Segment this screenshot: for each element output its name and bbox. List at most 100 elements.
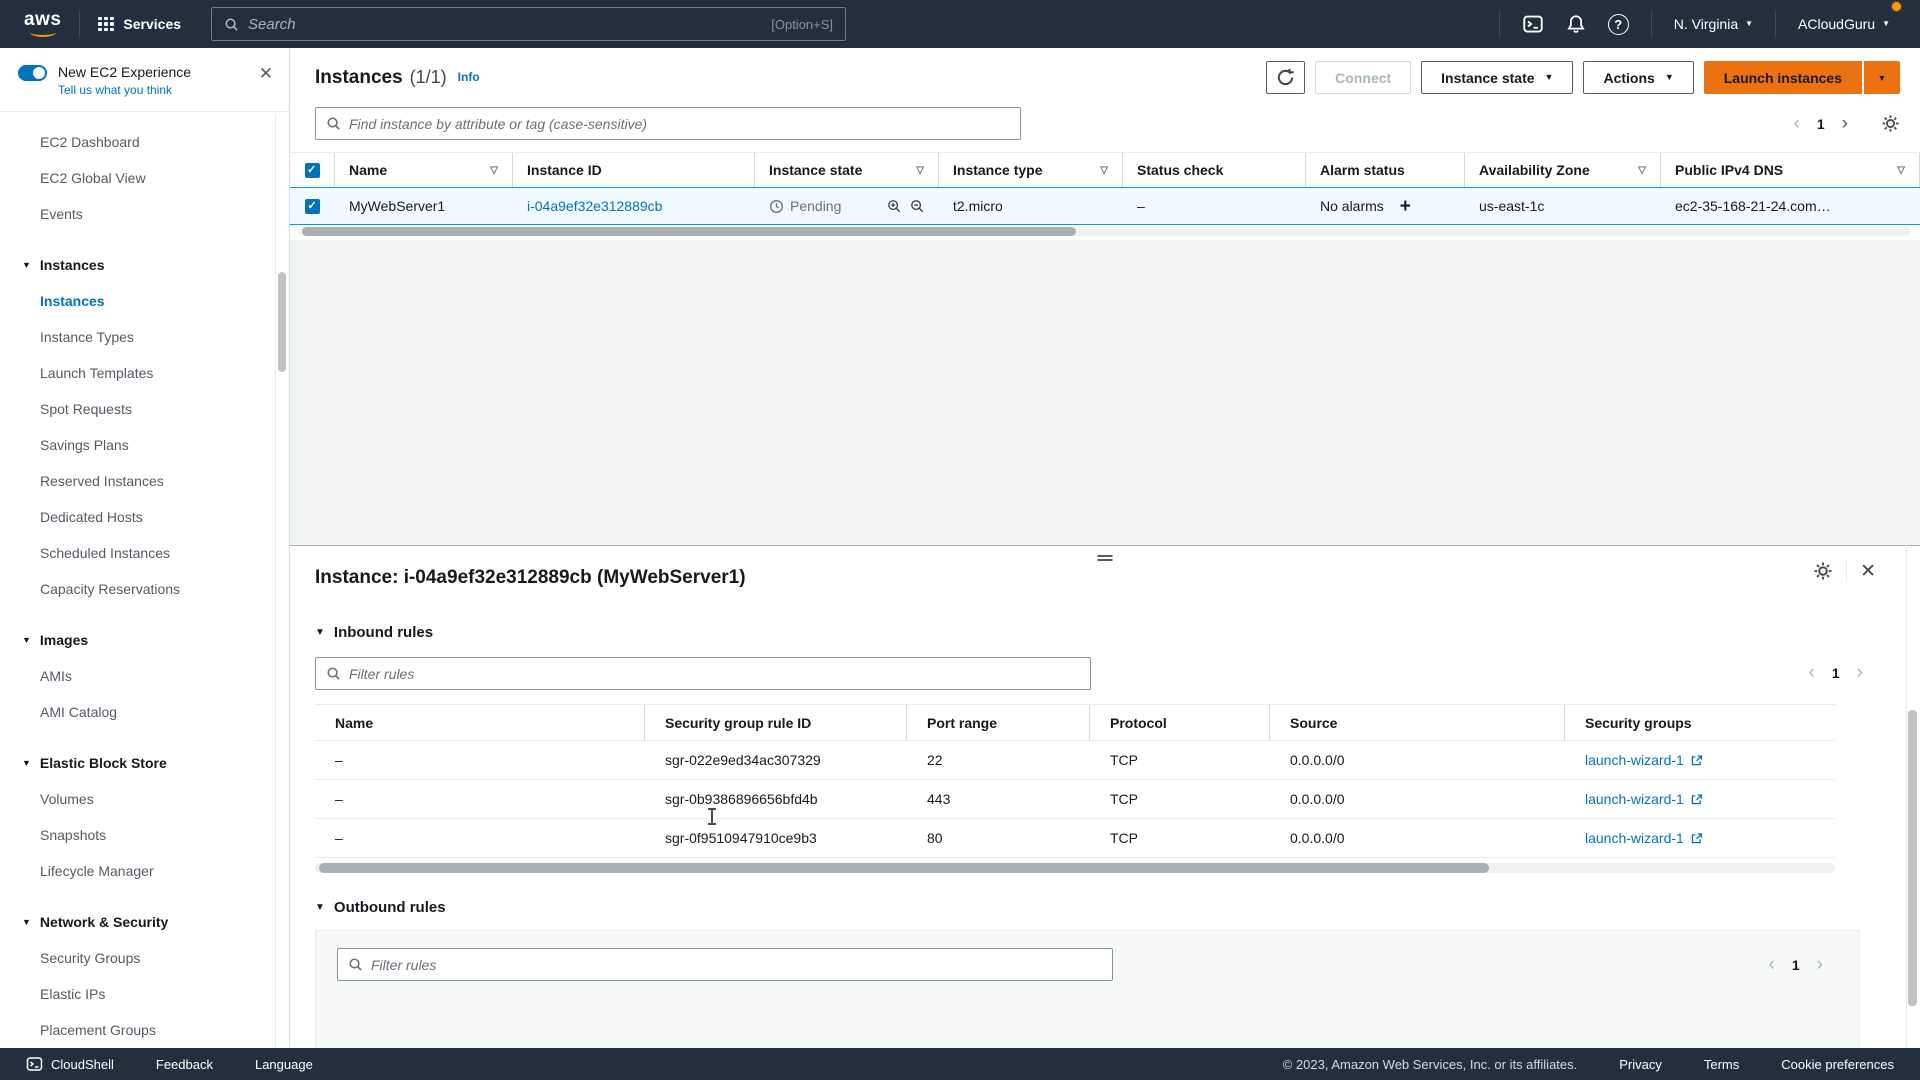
sidebar-item[interactable]: Instances: [40, 283, 289, 319]
add-alarm-plus-icon[interactable]: +: [1400, 197, 1411, 216]
new-experience-toggle[interactable]: [18, 65, 47, 81]
security-group-link[interactable]: launch-wizard-1: [1585, 791, 1703, 807]
actions-dropdown[interactable]: Actions ▼: [1583, 61, 1693, 94]
find-instance-search[interactable]: [315, 107, 1021, 140]
chevron-down-icon: ▼: [22, 758, 31, 768]
column-header[interactable]: Instance ID: [513, 153, 755, 187]
cloudshell-footer-button[interactable]: CloudShell: [26, 1056, 114, 1072]
sidebar-item[interactable]: ▼ Instances: [40, 247, 289, 283]
sidebar-item[interactable]: ▼ Images: [40, 622, 289, 658]
next-page-icon[interactable]: ›: [1817, 955, 1823, 974]
next-page-icon[interactable]: ›: [1857, 663, 1863, 682]
help-icon[interactable]: ?: [1608, 14, 1629, 35]
sidebar-item[interactable]: Launch Templates: [40, 355, 289, 391]
notifications-bell-icon[interactable]: [1566, 14, 1586, 34]
sort-icon[interactable]: ▽: [1891, 165, 1905, 176]
inbound-filter-input[interactable]: [349, 666, 1080, 682]
column-header[interactable]: Availability Zone ▽: [1465, 153, 1661, 187]
sidebar-item[interactable]: Snapshots: [40, 817, 289, 853]
instances-hscrollbar-track[interactable]: [298, 227, 1910, 236]
sidebar-item[interactable]: Savings Plans: [40, 427, 289, 463]
find-instance-input[interactable]: [349, 116, 1010, 132]
cookie-preferences-link[interactable]: Cookie preferences: [1781, 1057, 1894, 1072]
sidebar-item[interactable]: Scheduled Instances: [40, 535, 289, 571]
column-header[interactable]: Alarm status: [1306, 153, 1465, 187]
outbound-filter-input[interactable]: [371, 957, 1102, 973]
select-all-checkbox[interactable]: [290, 153, 335, 187]
next-page-icon[interactable]: ›: [1842, 114, 1848, 133]
sidebar-item[interactable]: AMIs: [40, 658, 289, 694]
close-icon[interactable]: ✕: [257, 63, 275, 84]
sidebar-item[interactable]: Spot Requests: [40, 391, 289, 427]
panel-drag-handle[interactable]: [1096, 551, 1115, 565]
services-menu-button[interactable]: Services: [98, 16, 181, 32]
inbound-filter-box[interactable]: [315, 657, 1091, 690]
global-search-input[interactable]: [248, 16, 762, 33]
sidebar-item[interactable]: ▼ Network & Security: [40, 904, 289, 940]
sidebar-item[interactable]: Lifecycle Manager: [40, 853, 289, 889]
privacy-link[interactable]: Privacy: [1619, 1057, 1662, 1072]
security-group-link[interactable]: launch-wizard-1: [1585, 752, 1703, 768]
sidebar-item[interactable]: Security Groups: [40, 940, 289, 976]
sidebar-item[interactable]: Placement Groups: [40, 1012, 289, 1048]
column-header[interactable]: Instance state ▽: [755, 153, 939, 187]
column-header[interactable]: Status check: [1123, 153, 1306, 187]
inbound-rules-heading[interactable]: ▼ Inbound rules: [315, 624, 1895, 641]
feedback-link[interactable]: Feedback: [156, 1057, 213, 1072]
sidebar-item[interactable]: Reserved Instances: [40, 463, 289, 499]
account-menu[interactable]: ACloudGuru ▼: [1798, 16, 1890, 32]
terms-link[interactable]: Terms: [1704, 1057, 1739, 1072]
instance-row[interactable]: MyWebServer1 i-04a9ef32e312889cb Pending…: [290, 187, 1920, 225]
outbound-rules-heading[interactable]: ▼ Outbound rules: [315, 899, 1895, 916]
instance-state-dropdown[interactable]: Instance state ▼: [1421, 61, 1573, 94]
info-link[interactable]: Info: [458, 70, 480, 84]
zoom-out-icon[interactable]: [910, 199, 925, 214]
sidebar-item[interactable]: Instance Types: [40, 319, 289, 355]
divider: [79, 11, 80, 37]
sort-icon[interactable]: ▽: [910, 165, 924, 176]
column-header[interactable]: Name ▽: [335, 153, 513, 187]
prev-page-icon[interactable]: ‹: [1794, 114, 1800, 133]
aws-logo[interactable]: aws: [24, 12, 61, 37]
sidebar-item[interactable]: Elastic IPs: [40, 976, 289, 1012]
sidebar-item[interactable]: Dedicated Hosts: [40, 499, 289, 535]
zoom-in-icon[interactable]: [887, 199, 902, 214]
launch-instances-caret[interactable]: ▼: [1864, 61, 1900, 94]
panel-vscrollbar-thumb[interactable]: [1908, 710, 1917, 1006]
outbound-filter-box[interactable]: [337, 948, 1113, 981]
instances-hscrollbar-thumb[interactable]: [302, 227, 1076, 236]
sidebar-item[interactable]: Capacity Reservations: [40, 571, 289, 607]
panel-close-icon[interactable]: ✕: [1860, 562, 1876, 581]
refresh-button[interactable]: [1266, 61, 1305, 94]
sidebar-item[interactable]: EC2 Global View: [40, 160, 289, 196]
inbound-hscrollbar-thumb[interactable]: [319, 863, 1489, 873]
sidebar-item[interactable]: Events: [40, 196, 289, 232]
inbound-rule-row: – sgr-022e9ed34ac307329 22 TCP 0.0.0.0/0…: [315, 741, 1835, 780]
sidebar-item[interactable]: EC2 Dashboard: [40, 124, 289, 160]
prev-page-icon[interactable]: ‹: [1809, 663, 1815, 682]
instance-id-link[interactable]: i-04a9ef32e312889cb: [527, 198, 662, 214]
region-selector[interactable]: N. Virginia ▼: [1674, 16, 1753, 32]
panel-settings-gear-icon[interactable]: [1813, 561, 1833, 581]
cloudshell-icon[interactable]: [1522, 14, 1544, 34]
connect-button[interactable]: Connect: [1315, 61, 1411, 94]
row-checkbox[interactable]: [290, 188, 335, 224]
rule-name: –: [315, 780, 645, 818]
sidebar-item[interactable]: AMI Catalog: [40, 694, 289, 730]
sidebar-item[interactable]: ▼ Elastic Block Store: [40, 745, 289, 781]
sort-icon[interactable]: ▽: [484, 165, 498, 176]
inbound-hscrollbar-track[interactable]: [315, 863, 1835, 873]
sort-icon[interactable]: ▽: [1094, 165, 1108, 176]
sort-icon[interactable]: ▽: [1632, 165, 1646, 176]
sidebar-item[interactable]: Volumes: [40, 781, 289, 817]
launch-instances-button[interactable]: Launch instances: [1704, 61, 1862, 94]
prev-page-icon[interactable]: ‹: [1769, 955, 1775, 974]
security-group-link[interactable]: launch-wizard-1: [1585, 830, 1703, 846]
table-settings-gear-icon[interactable]: [1881, 114, 1900, 133]
global-search-box[interactable]: [Option+S]: [211, 7, 846, 41]
column-header[interactable]: Public IPv4 DNS ▽: [1661, 153, 1920, 187]
language-link[interactable]: Language: [255, 1057, 313, 1072]
banner-feedback-link[interactable]: Tell us what you think: [58, 83, 172, 97]
column-header[interactable]: Instance type ▽: [939, 153, 1123, 187]
sidebar-scrollbar-thumb[interactable]: [278, 272, 286, 372]
